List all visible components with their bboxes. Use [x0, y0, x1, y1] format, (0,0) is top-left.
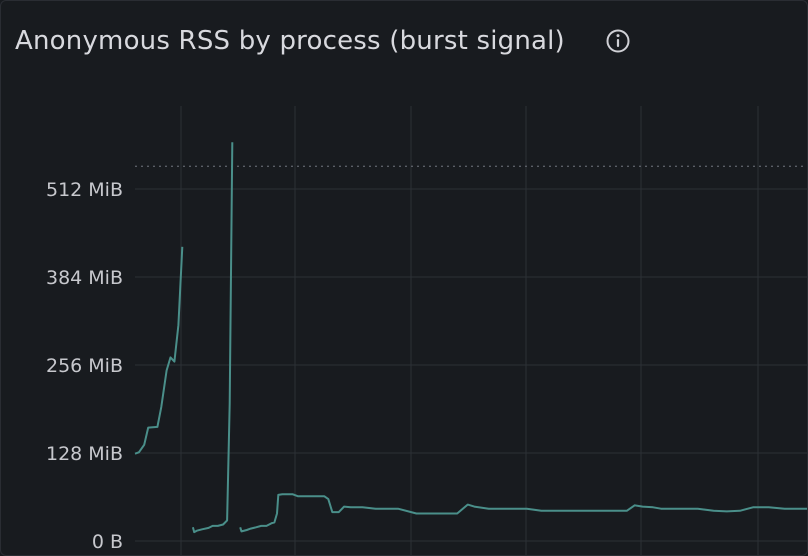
series-line	[134, 246, 184, 455]
series-group	[134, 142, 807, 534]
x-grid	[180, 106, 759, 555]
series-line	[239, 493, 807, 533]
y-axis-labels: 0 B 128 MiB 256 MiB 384 MiB 512 MiB	[46, 179, 123, 553]
chart-panel: Anonymous RSS by process (burst signal) …	[0, 0, 808, 556]
y-grid	[135, 188, 807, 542]
y-tick-label: 0 B	[92, 531, 123, 553]
y-tick-label: 128 MiB	[46, 443, 123, 465]
series-line	[191, 142, 234, 534]
y-tick-label: 384 MiB	[46, 267, 123, 289]
y-tick-label: 512 MiB	[46, 179, 123, 201]
line-chart: 0 B 128 MiB 256 MiB 384 MiB 512 MiB	[46, 106, 807, 555]
y-tick-label: 256 MiB	[46, 355, 123, 377]
